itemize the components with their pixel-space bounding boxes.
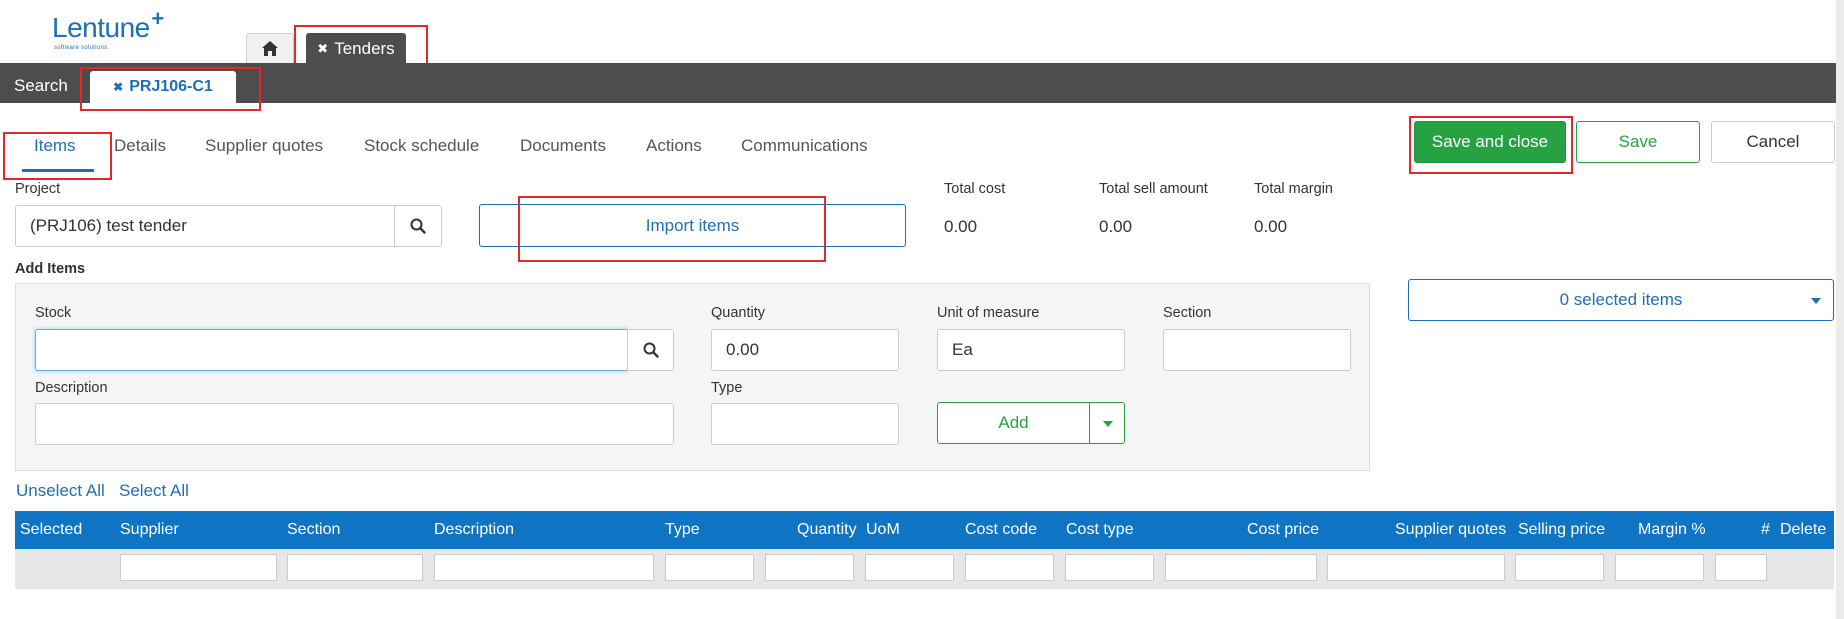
record-tab-label: PRJ106-C1 (129, 78, 213, 95)
column-header-cost-type[interactable]: Cost type (1066, 521, 1134, 539)
app-logo: Lentune + (52, 6, 164, 44)
import-items-button[interactable]: Import items (479, 204, 906, 247)
total-sell-label: Total sell amount (1099, 181, 1208, 197)
type-label: Type (711, 380, 743, 396)
filter-quantity-input[interactable] (765, 554, 854, 581)
logo-text: Lentune (52, 12, 150, 43)
column-header-type[interactable]: Type (665, 521, 700, 539)
column-header-number[interactable]: # (1761, 521, 1770, 539)
selected-items-dropdown[interactable]: 0 selected items (1408, 279, 1834, 321)
logo-subtitle: software solutions (54, 45, 108, 51)
tab-details[interactable]: Details (114, 136, 166, 156)
chevron-down-icon (1811, 298, 1821, 304)
add-options-button[interactable] (1089, 402, 1125, 444)
tab-documents[interactable]: Documents (520, 136, 606, 156)
column-header-margin[interactable]: Margin % (1638, 521, 1706, 539)
selected-items-label: 0 selected items (1559, 290, 1683, 309)
column-header-cost-price[interactable]: Cost price (1247, 521, 1319, 539)
column-header-supplier-quotes[interactable]: Supplier quotes (1395, 521, 1506, 539)
active-tab-indicator (22, 169, 94, 172)
tab-actions[interactable]: Actions (646, 136, 702, 156)
filter-type-input[interactable] (665, 554, 754, 581)
home-icon (262, 41, 278, 56)
tab-tenders[interactable]: ✖ Tenders (306, 33, 406, 63)
search-icon (410, 218, 426, 234)
column-header-delete[interactable]: Delete (1780, 521, 1826, 539)
filter-number-input[interactable] (1715, 554, 1767, 581)
save-button[interactable]: Save (1576, 121, 1700, 163)
column-header-quantity[interactable]: Quantity (797, 521, 857, 539)
filter-description-input[interactable] (434, 554, 654, 581)
cancel-button[interactable]: Cancel (1711, 121, 1835, 163)
stock-label: Stock (35, 305, 72, 321)
column-header-selling-price[interactable]: Selling price (1518, 521, 1605, 539)
filter-supplier-quotes-input[interactable] (1327, 554, 1505, 581)
total-margin-value: 0.00 (1254, 217, 1288, 236)
total-sell-value: 0.00 (1099, 217, 1133, 236)
project-input[interactable]: (PRJ106) test tender (15, 205, 395, 247)
search-link[interactable]: Search (14, 76, 68, 96)
tab-tenders-label: Tenders (334, 38, 395, 58)
page-scrollbar[interactable] (1836, 0, 1844, 619)
save-and-close-button[interactable]: Save and close (1414, 121, 1566, 163)
filter-selling-price-input[interactable] (1515, 554, 1604, 581)
type-input[interactable] (711, 403, 899, 445)
tab-stock-schedule[interactable]: Stock schedule (364, 136, 479, 156)
column-header-section[interactable]: Section (287, 521, 340, 539)
section-label: Section (1163, 305, 1212, 321)
tab-items[interactable]: Items (34, 136, 76, 156)
description-input[interactable] (35, 403, 674, 445)
description-label: Description (35, 380, 108, 396)
stock-search-button[interactable] (627, 329, 674, 371)
filter-cost-price-input[interactable] (1165, 554, 1317, 581)
column-header-supplier[interactable]: Supplier (120, 521, 179, 539)
quantity-label: Quantity (711, 305, 765, 321)
home-tab[interactable] (246, 33, 294, 63)
uom-label: Unit of measure (937, 305, 1040, 321)
close-icon[interactable]: ✖ (113, 80, 123, 94)
add-button[interactable]: Add (937, 402, 1090, 444)
quantity-input[interactable]: 0.00 (711, 329, 899, 371)
column-header-cost-code[interactable]: Cost code (965, 521, 1037, 539)
uom-input[interactable]: Ea (937, 329, 1125, 371)
column-header-description[interactable]: Description (434, 521, 514, 539)
search-icon (643, 342, 659, 358)
column-header-uom[interactable]: UoM (866, 521, 900, 539)
tab-record-prj106-c1[interactable]: ✖ PRJ106-C1 (90, 71, 236, 103)
filter-section-input[interactable] (287, 554, 423, 581)
subnav-bar (0, 63, 1844, 103)
logo-plus: + (151, 6, 164, 31)
stock-input[interactable] (35, 329, 628, 371)
section-input[interactable] (1163, 329, 1351, 371)
total-margin-label: Total margin (1254, 181, 1333, 197)
filter-cost-code-input[interactable] (965, 554, 1054, 581)
project-search-button[interactable] (394, 205, 442, 247)
filter-supplier-input[interactable] (120, 554, 277, 581)
project-label: Project (15, 181, 61, 197)
column-header-selected[interactable]: Selected (20, 521, 82, 539)
unselect-all-link[interactable]: Unselect All (16, 481, 105, 501)
filter-uom-input[interactable] (865, 554, 954, 581)
tab-supplier-quotes[interactable]: Supplier quotes (205, 136, 323, 156)
close-icon[interactable]: ✖ (317, 41, 328, 57)
filter-cost-type-input[interactable] (1065, 554, 1154, 581)
tab-communications[interactable]: Communications (741, 136, 868, 156)
total-cost-value: 0.00 (944, 217, 978, 236)
chevron-down-icon (1103, 421, 1113, 427)
total-cost-label: Total cost (944, 181, 1006, 197)
add-items-title: Add Items (15, 261, 86, 277)
select-all-link[interactable]: Select All (119, 481, 189, 501)
filter-margin-input[interactable] (1615, 554, 1704, 581)
